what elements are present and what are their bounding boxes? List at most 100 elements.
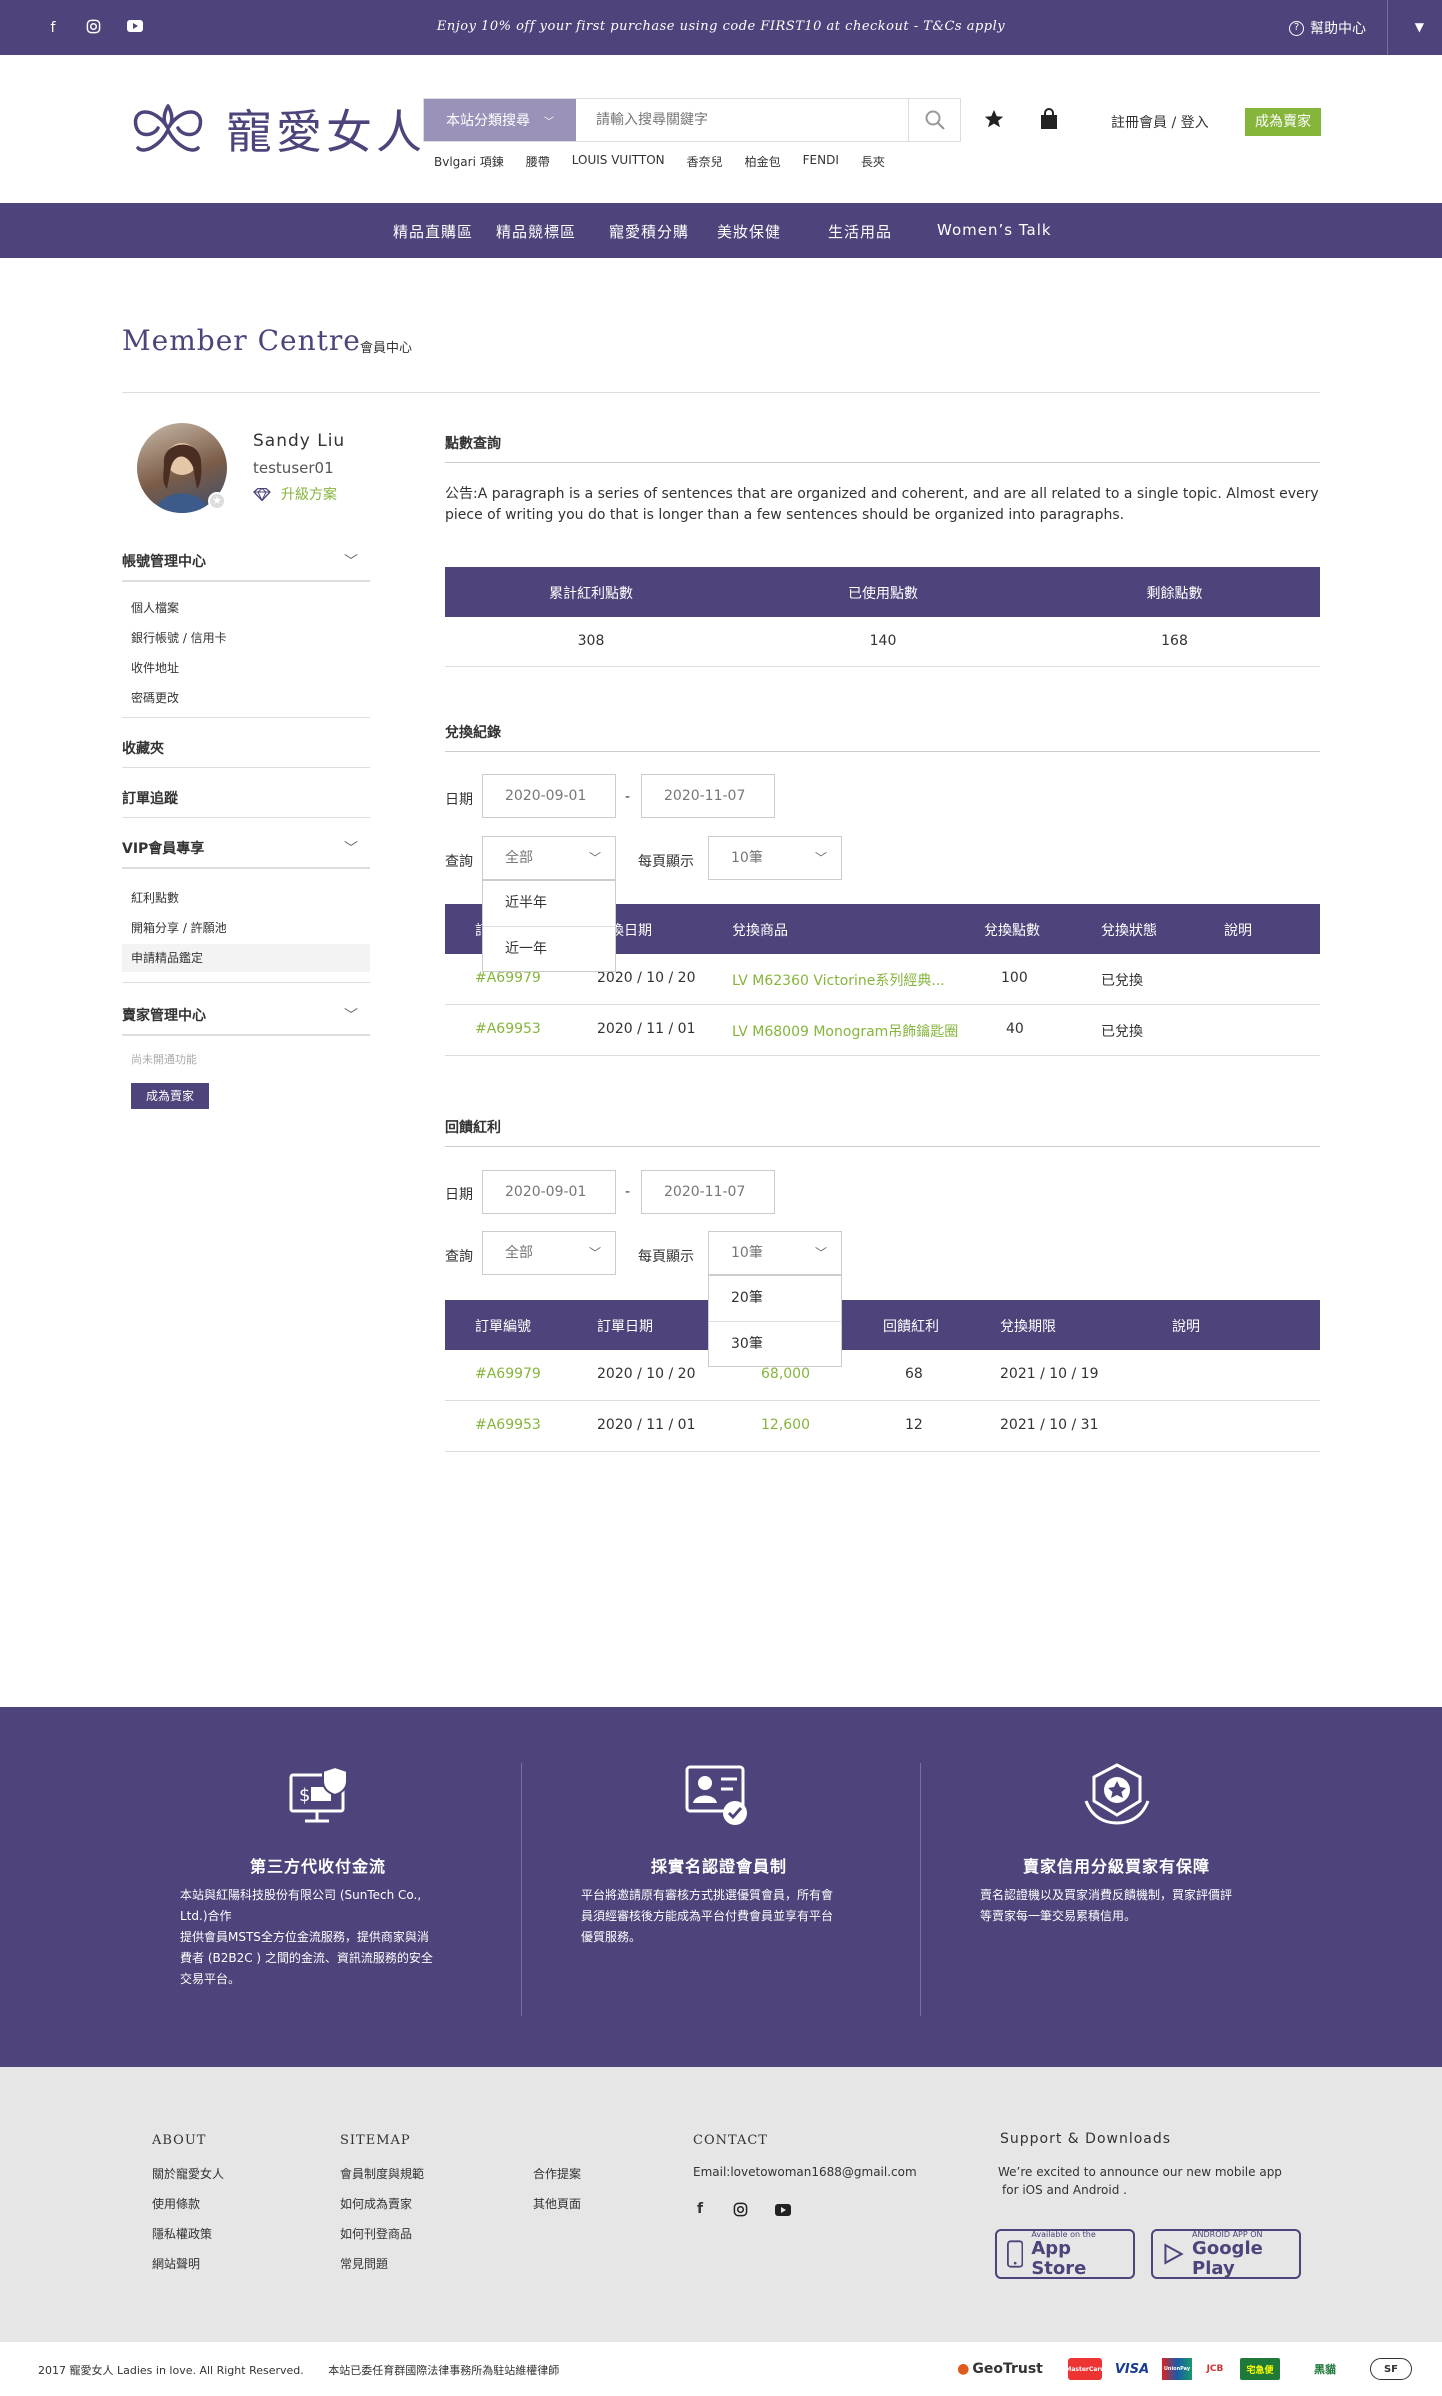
order-id-link[interactable]: #A69953 bbox=[475, 1417, 541, 1433]
badge-big: Google Play bbox=[1192, 2237, 1263, 2279]
mastercard-logo: MasterCard bbox=[1065, 2358, 1105, 2380]
promo-text: Enjoy 10% off your first purchase using … bbox=[436, 19, 1006, 34]
sidebar-item-bank[interactable]: 銀行帳號 / 信用卡 bbox=[131, 629, 227, 646]
product-link[interactable]: LV M68009 Monogram吊飾鑰匙圈 bbox=[732, 1021, 958, 1041]
divider bbox=[122, 717, 370, 718]
column-header: 兌換點數 bbox=[984, 923, 1040, 939]
chevron-down-icon[interactable]: ▼ bbox=[1415, 20, 1424, 34]
expiry-date: 2021 / 10 / 31 bbox=[1000, 1417, 1099, 1433]
search-button[interactable] bbox=[908, 99, 960, 141]
sidebar-vip[interactable]: VIP會員專享 ﹀ bbox=[122, 838, 370, 858]
column-header: 回饋紅利 bbox=[883, 1319, 939, 1335]
hot-keyword[interactable]: LOUIS VUITTON bbox=[572, 153, 665, 170]
chevron-down-icon: ﹀ bbox=[344, 554, 358, 570]
used-points: 140 bbox=[869, 633, 897, 649]
product-link[interactable]: LV M62360 Victorine系列經典... bbox=[732, 970, 945, 990]
order-id-link[interactable]: #A69979 bbox=[475, 970, 541, 986]
date-from-input[interactable]: 2020-09-01 bbox=[482, 1170, 616, 1214]
facebook-icon[interactable]: f bbox=[697, 2201, 703, 2217]
sidebar-item-unboxing[interactable]: 開箱分享 / 許願池 bbox=[131, 919, 227, 936]
footer-link[interactable]: 如何成為賣家 bbox=[340, 2195, 412, 2212]
per-page-select[interactable]: 10筆 ﹀ bbox=[708, 836, 842, 880]
search-category-select[interactable]: 本站分類搜尋 ﹀ bbox=[424, 99, 576, 141]
divider bbox=[122, 767, 370, 768]
nav-item[interactable]: 寵愛積分購 bbox=[609, 221, 689, 242]
hot-keyword[interactable]: 柏金包 bbox=[745, 153, 781, 170]
footer-link[interactable]: 網站聲明 bbox=[152, 2255, 200, 2272]
date-to-input[interactable]: 2020-11-07 bbox=[641, 1170, 775, 1214]
nav-item[interactable]: 精品直購區 bbox=[393, 221, 473, 242]
help-center-link[interactable]: ? 幫助中心 bbox=[1289, 18, 1366, 38]
nav-item[interactable]: Women’s Talk bbox=[937, 221, 1052, 239]
sidebar-item-profile[interactable]: 個人檔案 bbox=[131, 599, 179, 616]
query-select[interactable]: 全部 ﹀ bbox=[482, 1231, 616, 1275]
date-from-input[interactable]: 2020-09-01 bbox=[482, 774, 616, 818]
hot-keyword[interactable]: 香奈兒 bbox=[687, 153, 723, 170]
user-id: testuser01 bbox=[253, 459, 334, 477]
search-bar: 本站分類搜尋 ﹀ bbox=[423, 98, 961, 142]
site-logo[interactable]: 寵愛女人 bbox=[124, 96, 426, 162]
footer-link[interactable]: 如何刊登商品 bbox=[340, 2225, 412, 2242]
dropdown-option[interactable]: 近一年 bbox=[483, 926, 615, 971]
star-icon[interactable] bbox=[983, 108, 1005, 130]
column-header: 訂單日期 bbox=[597, 1319, 653, 1335]
hot-keyword[interactable]: 腰帶 bbox=[526, 153, 550, 170]
feature-title: 採實名認證會員制 bbox=[651, 1857, 788, 1876]
dropdown-option[interactable]: 近半年 bbox=[483, 881, 615, 926]
footer-link[interactable]: 會員制度與規範 bbox=[340, 2165, 424, 2182]
sidebar-item-address[interactable]: 收件地址 bbox=[131, 659, 179, 676]
footer-link[interactable]: 隱私權政策 bbox=[152, 2225, 212, 2242]
instagram-icon[interactable] bbox=[733, 2202, 748, 2217]
nav-item[interactable]: 生活用品 bbox=[828, 221, 892, 242]
upgrade-plan-link[interactable]: 升級方案 bbox=[253, 484, 337, 504]
date-to-input[interactable]: 2020-11-07 bbox=[641, 774, 775, 818]
nav-item[interactable]: 精品競標區 bbox=[496, 221, 576, 242]
shopping-bag-icon[interactable] bbox=[1039, 108, 1059, 130]
hot-keyword[interactable]: 長夾 bbox=[861, 153, 885, 170]
query-select[interactable]: 全部 ﹀ bbox=[482, 836, 616, 880]
app-store-badge[interactable]: Available on the App Store bbox=[995, 2229, 1135, 2279]
become-seller-button[interactable]: 成為賣家 bbox=[1245, 108, 1321, 136]
youtube-icon[interactable] bbox=[775, 2204, 791, 2216]
feature-title: 第三方代收付金流 bbox=[250, 1857, 387, 1876]
search-input[interactable] bbox=[576, 99, 908, 141]
footer-link[interactable]: 合作提案 bbox=[533, 2165, 581, 2182]
page-subtitle: 會員中心 bbox=[360, 341, 413, 356]
divider bbox=[122, 982, 370, 983]
hot-keyword[interactable]: FENDI bbox=[803, 153, 839, 170]
nav-item[interactable]: 美妝保健 bbox=[717, 221, 781, 242]
sidebar-favorites[interactable]: 收藏夾 bbox=[122, 738, 370, 758]
chevron-down-icon: ﹀ bbox=[544, 116, 554, 128]
sidebar-account-center[interactable]: 帳號管理中心 ﹀ bbox=[122, 551, 370, 571]
user-name: Sandy Liu bbox=[253, 431, 346, 451]
footer-link[interactable]: 關於寵愛女人 bbox=[152, 2165, 224, 2182]
sidebar-heading: 賣家管理中心 bbox=[122, 1008, 206, 1024]
order-id-link[interactable]: #A69979 bbox=[475, 1366, 541, 1382]
dropdown-option[interactable]: 20筆 bbox=[709, 1276, 841, 1321]
footer-link[interactable]: 其他頁面 bbox=[533, 2195, 581, 2212]
visa-logo: VISA bbox=[1114, 2361, 1150, 2377]
google-play-badge[interactable]: ANDROID APP ON Google Play bbox=[1151, 2229, 1301, 2279]
support-desc: for iOS and Android . bbox=[1002, 2183, 1127, 2197]
sidebar-item-password[interactable]: 密碼更改 bbox=[131, 689, 179, 706]
points-table-header: 累計紅利點數 已使用點數 剩餘點數 bbox=[445, 567, 1320, 617]
chevron-down-icon: ﹀ bbox=[588, 851, 601, 865]
sidebar-item-points[interactable]: 紅利點數 bbox=[131, 889, 179, 906]
contact-email[interactable]: Email:lovetowoman1688@gmail.com bbox=[693, 2165, 917, 2179]
footer-link[interactable]: 使用條款 bbox=[152, 2195, 200, 2212]
sidebar-seller-center[interactable]: 賣家管理中心 ﹀ bbox=[122, 1005, 370, 1025]
chevron-down-icon: ﹀ bbox=[344, 1008, 358, 1024]
footer-link[interactable]: 常見問題 bbox=[340, 2255, 388, 2272]
unionpay-logo: UnionPay bbox=[1162, 2358, 1192, 2380]
sidebar-item-appraisal[interactable]: 申請精品鑑定 bbox=[131, 949, 203, 966]
takkyubin-logo: 宅急便 bbox=[1240, 2358, 1280, 2380]
order-id-link[interactable]: #A69953 bbox=[475, 1021, 541, 1037]
sidebar-become-seller-button[interactable]: 成為賣家 bbox=[131, 1083, 209, 1109]
sidebar-orders[interactable]: 訂單追蹤 bbox=[122, 788, 370, 808]
per-page-select[interactable]: 10筆 ﹀ bbox=[708, 1231, 842, 1275]
feature-desc: 賣名認證機以及買家消費反饋機制，買家評價評 等賣家每一筆交易累積信用。 bbox=[980, 1885, 1280, 1927]
dropdown-option[interactable]: 30筆 bbox=[709, 1321, 841, 1366]
order-date: 2020 / 11 / 01 bbox=[597, 1417, 696, 1433]
register-login-link[interactable]: 註冊會員 / 登入 bbox=[1111, 112, 1209, 132]
hot-keyword[interactable]: Bvlgari 項鍊 bbox=[434, 153, 504, 170]
